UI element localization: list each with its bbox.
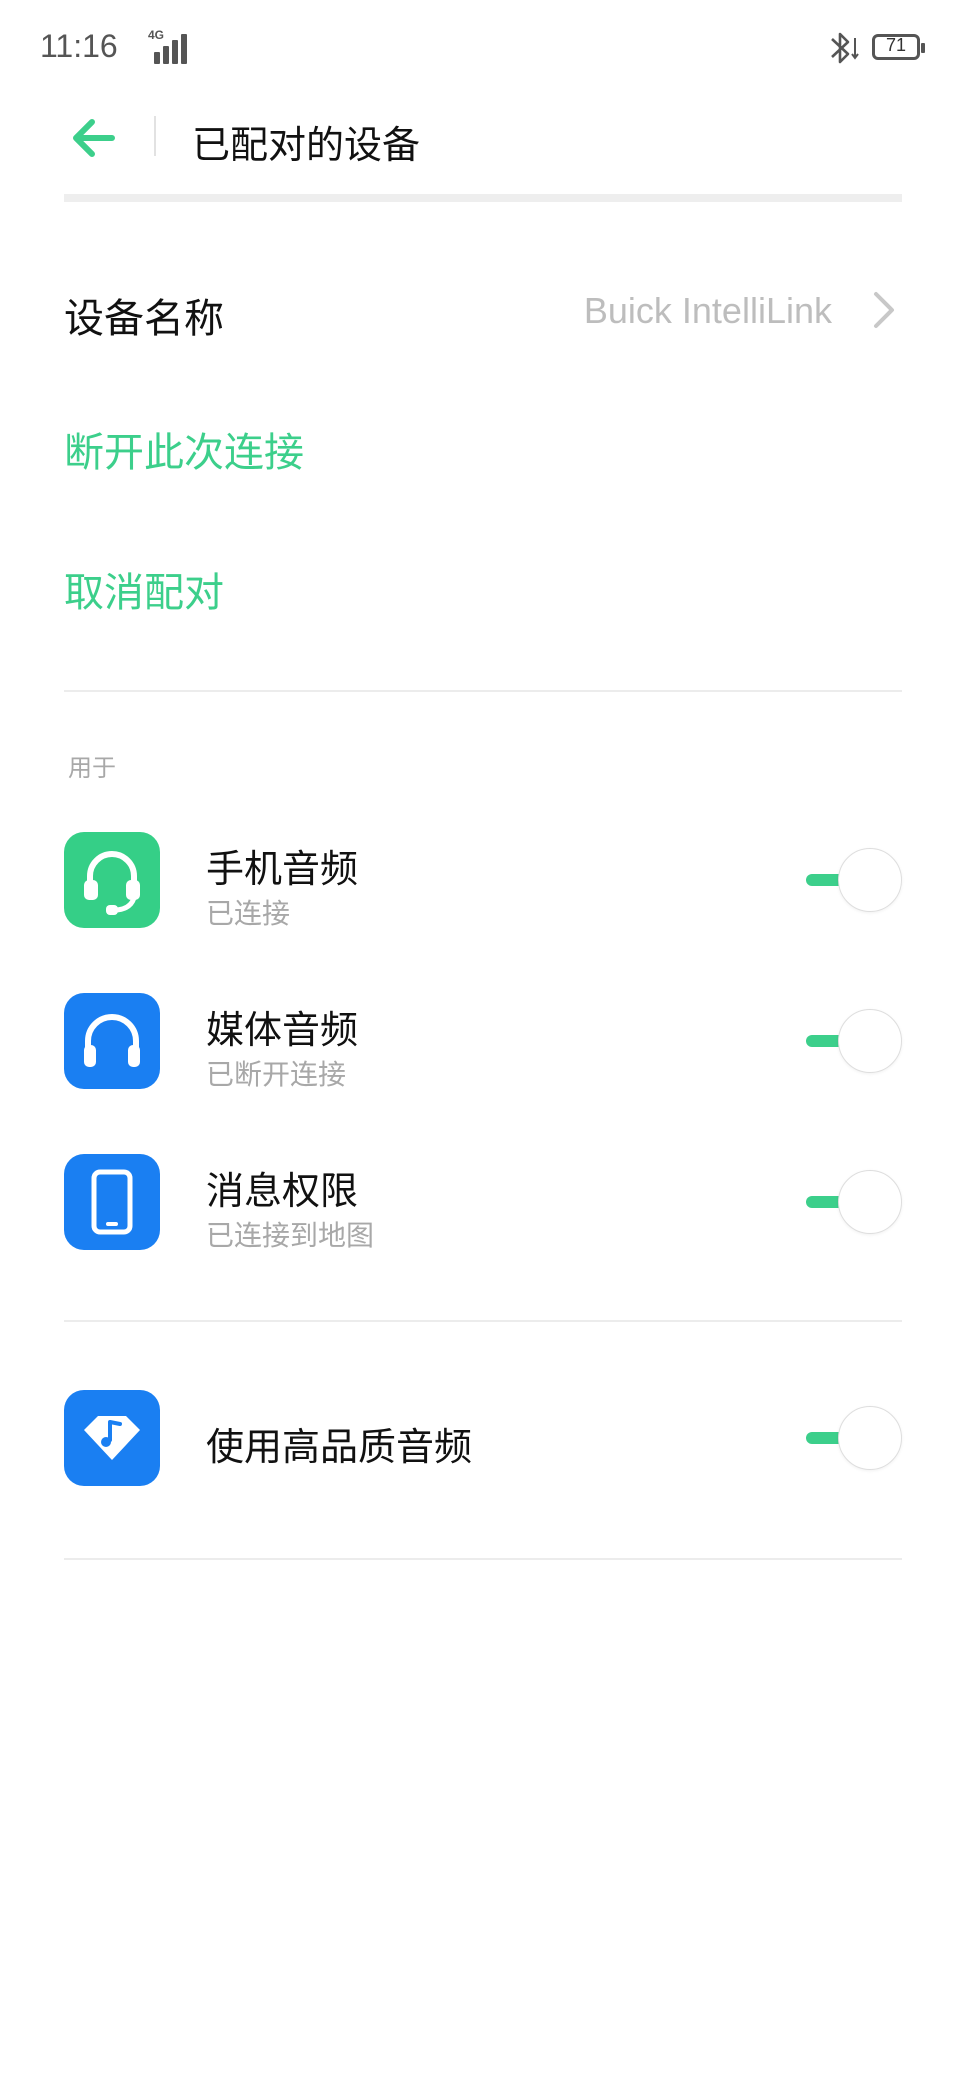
device-name-label: 设备名称 bbox=[64, 296, 224, 342]
phone-audio-toggle[interactable] bbox=[798, 848, 902, 912]
signal-icon: 4G bbox=[144, 28, 190, 64]
item-title: 媒体音频 bbox=[206, 1008, 359, 1052]
header-separator bbox=[64, 194, 902, 202]
battery-icon: 71 bbox=[872, 34, 925, 60]
hq-audio-icon bbox=[64, 1390, 160, 1486]
divider bbox=[64, 690, 902, 692]
message-access-toggle[interactable] bbox=[798, 1170, 902, 1234]
device-name-value: Buick IntelliLink bbox=[583, 290, 832, 331]
battery-level: 71 bbox=[885, 35, 907, 55]
list-item-media-audio: 媒体音频 已断开连接 bbox=[64, 993, 902, 1093]
page-title: 已配对的设备 bbox=[192, 123, 421, 167]
unpair-button[interactable]: 取消配对 bbox=[64, 560, 224, 618]
status-bar: 11:16 4G 71 bbox=[0, 0, 960, 96]
section-label: 用于 bbox=[68, 754, 116, 782]
device-name-row[interactable]: 设备名称 Buick IntelliLink bbox=[64, 270, 902, 350]
disconnect-button[interactable]: 断开此次连接 bbox=[64, 420, 304, 478]
item-title: 消息权限 bbox=[206, 1169, 359, 1213]
bluetooth-icon bbox=[831, 32, 859, 64]
item-title: 使用高品质音频 bbox=[206, 1425, 473, 1469]
media-audio-toggle[interactable] bbox=[798, 1009, 902, 1073]
list-item-phone-audio: 手机音频 已连接 bbox=[64, 832, 902, 932]
item-title: 手机音频 bbox=[206, 847, 359, 891]
item-subtitle: 已连接 bbox=[206, 897, 291, 930]
divider bbox=[64, 1320, 902, 1322]
back-arrow-icon[interactable] bbox=[66, 110, 122, 166]
header-divider bbox=[154, 116, 156, 156]
headset-icon bbox=[64, 832, 160, 928]
headphones-icon bbox=[64, 993, 160, 1089]
list-item-hq-audio: 使用高品质音频 bbox=[64, 1390, 902, 1490]
chevron-right-icon bbox=[874, 292, 894, 328]
network-type: 4G bbox=[148, 28, 165, 42]
list-item-message-access: 消息权限 已连接到地图 bbox=[64, 1154, 902, 1254]
divider bbox=[64, 1558, 902, 1560]
status-time: 11:16 bbox=[40, 28, 118, 64]
item-subtitle: 已连接到地图 bbox=[206, 1219, 375, 1252]
hq-audio-toggle[interactable] bbox=[798, 1406, 902, 1470]
phone-icon bbox=[64, 1154, 160, 1250]
header: 已配对的设备 bbox=[0, 96, 960, 196]
item-subtitle: 已断开连接 bbox=[206, 1058, 347, 1091]
